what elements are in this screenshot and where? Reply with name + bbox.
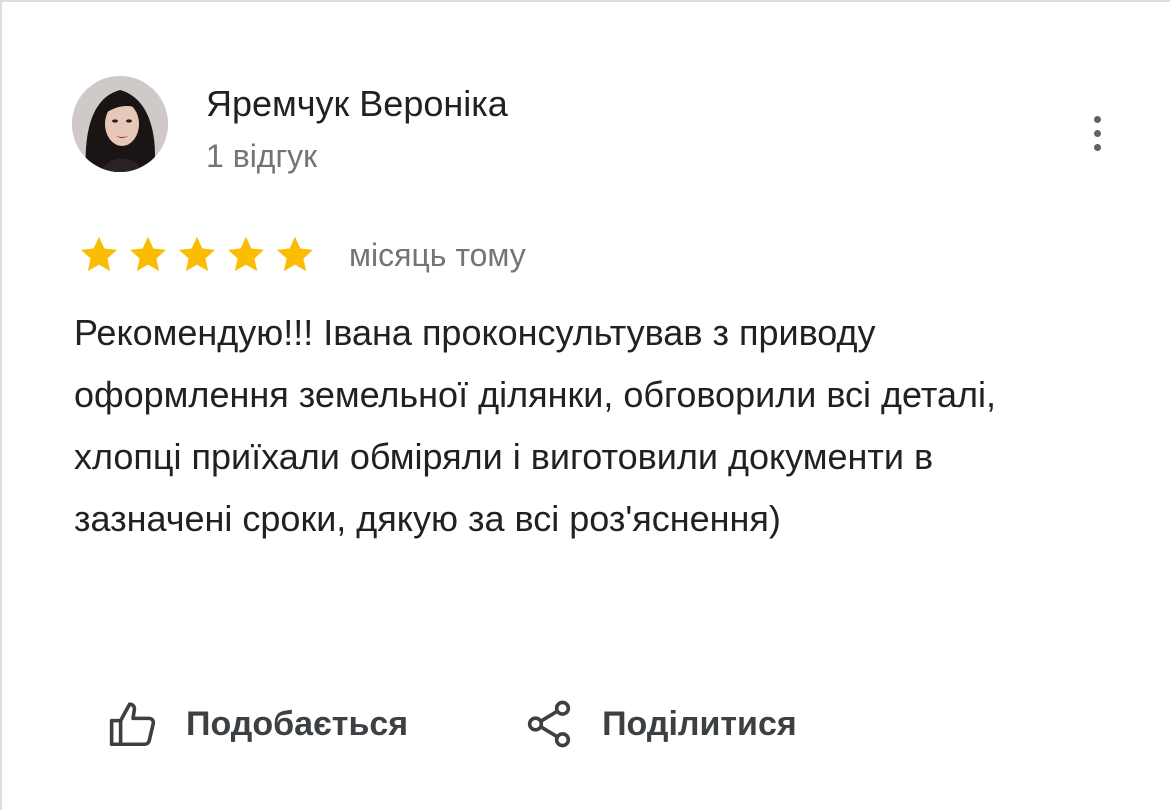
thumb-up-icon <box>106 697 160 751</box>
share-icon <box>522 697 576 751</box>
avatar[interactable] <box>72 76 168 172</box>
like-label: Подобається <box>186 704 409 743</box>
review-actions: Подобається Поділитися <box>106 692 797 756</box>
review-date: місяць тому <box>349 237 526 273</box>
more-vert-icon-dot <box>1094 144 1101 151</box>
star-icon <box>227 236 265 272</box>
share-button[interactable]: Поділитися <box>522 692 797 756</box>
star-icon <box>80 236 118 272</box>
more-vert-icon-dot <box>1094 130 1101 137</box>
like-button[interactable]: Подобається <box>106 692 408 756</box>
star-rating <box>76 232 321 278</box>
review-card: Яремчук Вероніка 1 відгук місяць тому Ре… <box>0 0 1170 810</box>
more-options-button[interactable] <box>1080 110 1116 158</box>
star-icon <box>276 236 314 272</box>
share-label: Поділитися <box>602 704 797 743</box>
review-count[interactable]: 1 відгук <box>206 136 317 176</box>
star-icon <box>129 236 167 272</box>
star-icon <box>178 236 216 272</box>
author-name[interactable]: Яремчук Вероніка <box>206 82 508 126</box>
review-text: Рекомендую!!! Івана проконсультував з пр… <box>74 312 996 539</box>
more-vert-icon <box>1094 116 1101 123</box>
rating-row: місяць тому <box>76 230 526 280</box>
avatar-image <box>72 76 168 172</box>
